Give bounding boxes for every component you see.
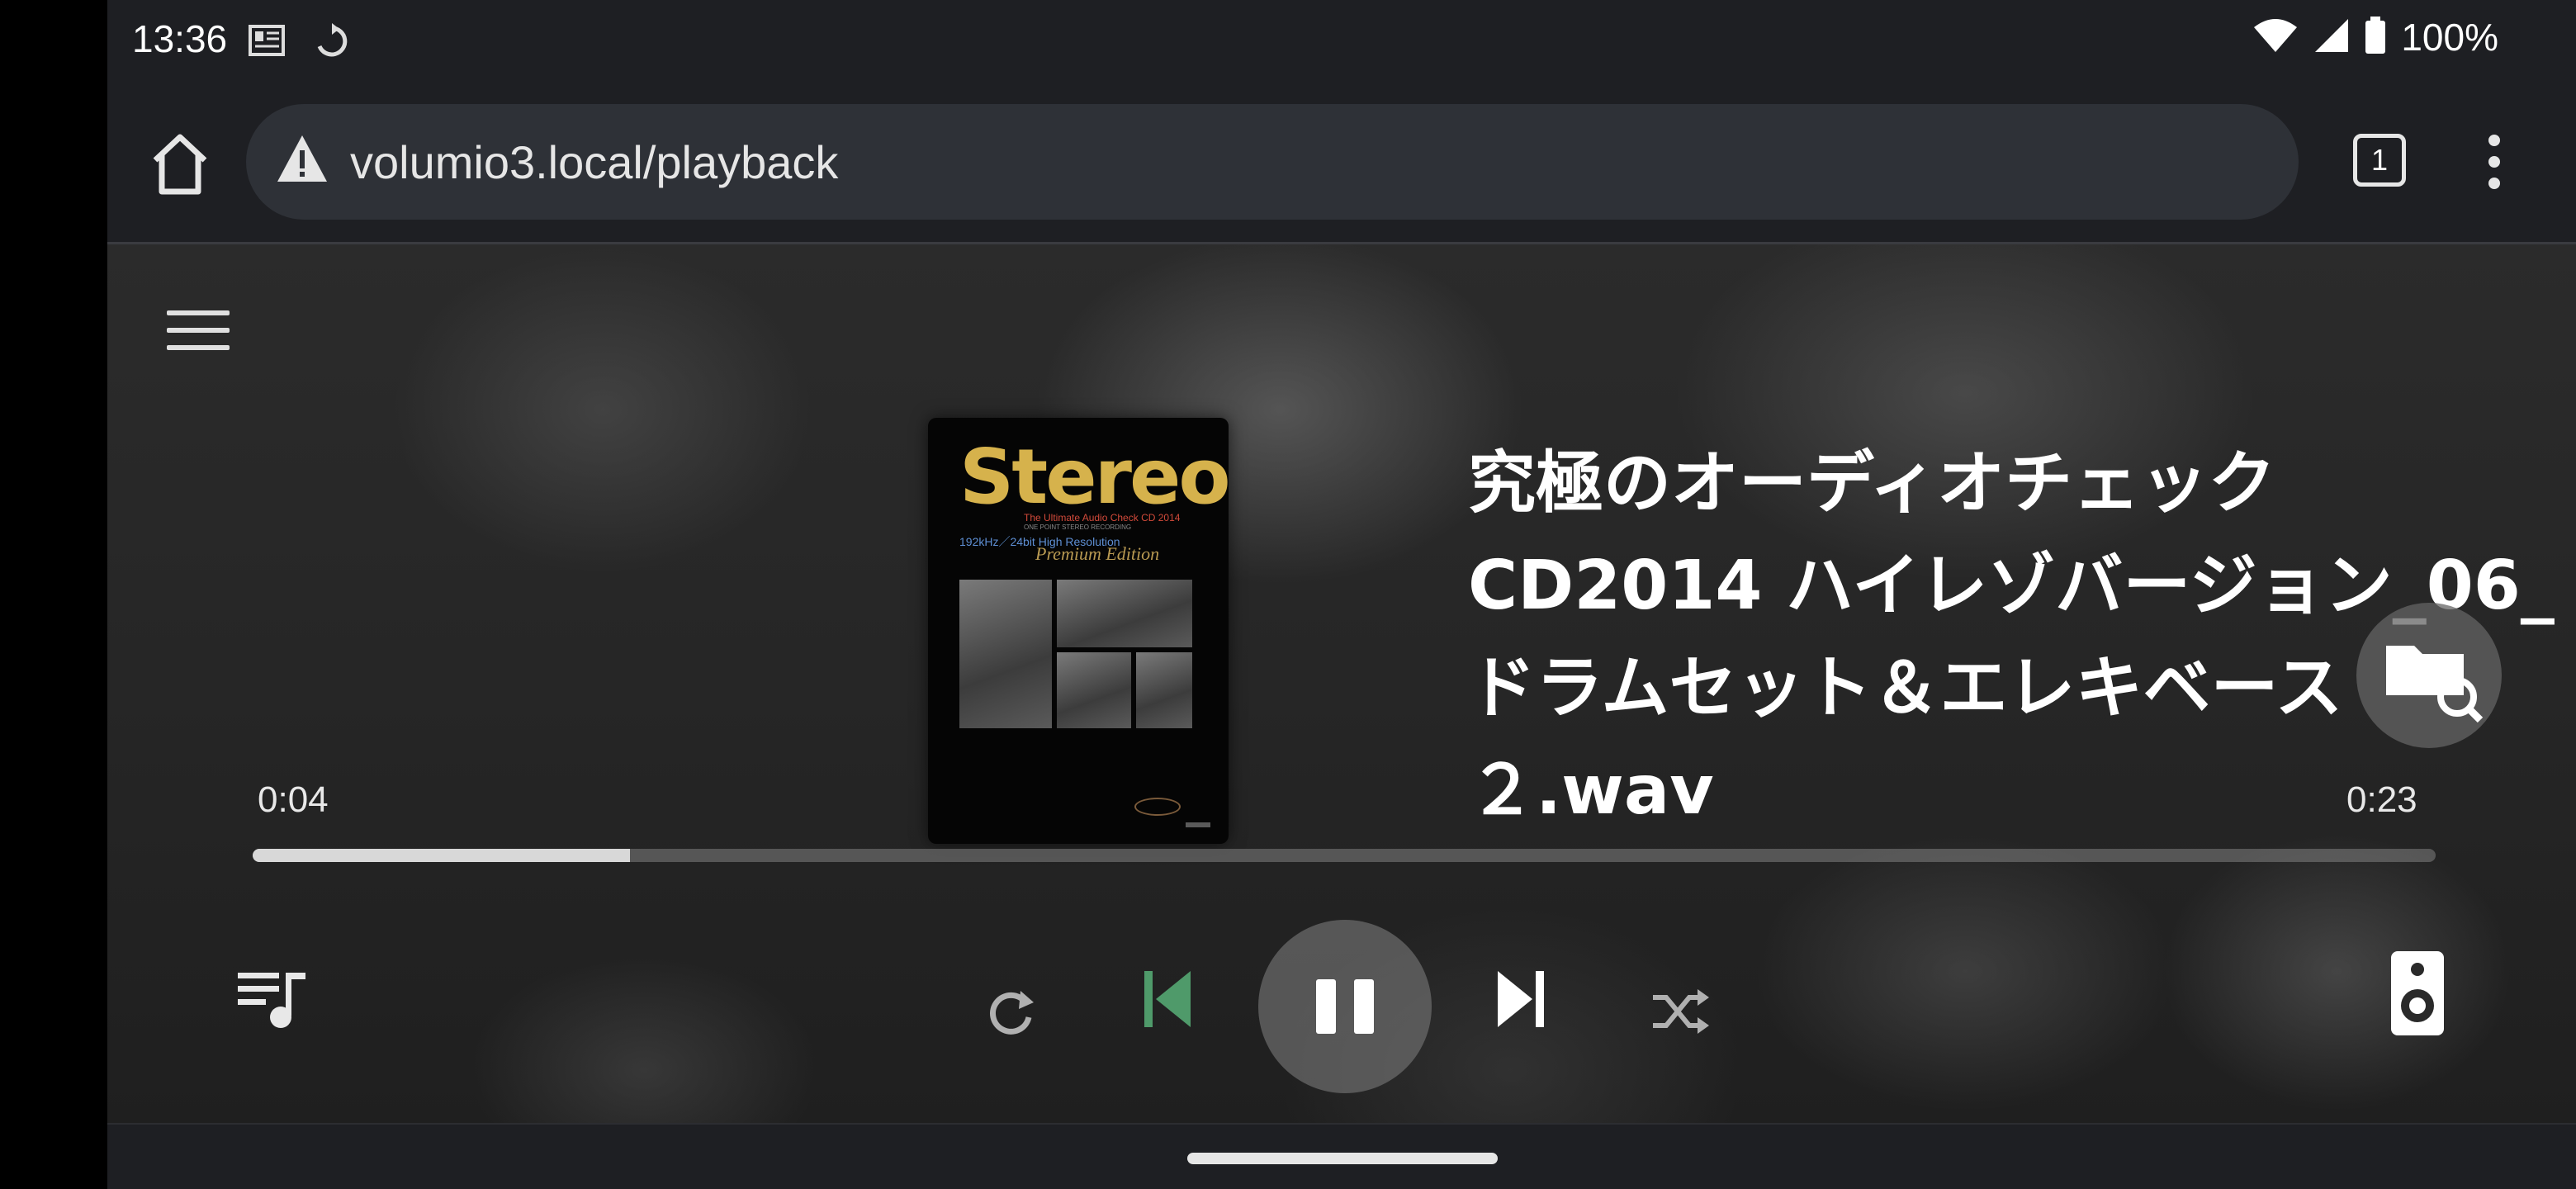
shuffle-button[interactable] bbox=[1651, 989, 1709, 1035]
album-logo: Stereo bbox=[959, 433, 1229, 521]
battery-percent: 100% bbox=[2401, 16, 2498, 59]
signal-icon bbox=[2313, 17, 2350, 57]
address-bar[interactable]: volumio3.local/playback bbox=[246, 104, 2299, 220]
album-fine-print bbox=[1186, 822, 1210, 827]
warning-icon[interactable] bbox=[276, 134, 329, 183]
notification-news-icon bbox=[248, 23, 287, 59]
album-photo bbox=[1057, 652, 1131, 728]
more-vert-icon[interactable] bbox=[2482, 132, 2507, 192]
album-photo bbox=[1057, 580, 1192, 647]
browse-button[interactable] bbox=[2356, 603, 2502, 748]
pause-icon bbox=[1316, 979, 1374, 1034]
tab-count: 1 bbox=[2370, 143, 2389, 177]
album-photo bbox=[959, 580, 1052, 728]
album-label-logo bbox=[1134, 798, 1181, 816]
sync-icon bbox=[312, 23, 352, 59]
queue-button[interactable] bbox=[236, 968, 309, 1030]
pause-button[interactable] bbox=[1258, 920, 1432, 1093]
album-subtitle: The Ultimate Audio Check CD 2014 bbox=[1024, 512, 1181, 523]
home-button[interactable] bbox=[147, 129, 213, 198]
repeat-button[interactable] bbox=[984, 984, 1037, 1037]
wifi-icon bbox=[2252, 17, 2299, 57]
album-art: Stereo The Ultimate Audio Check CD 2014 … bbox=[928, 418, 1229, 844]
repeat-icon bbox=[990, 991, 1034, 1035]
album-edition-text: Premium Edition bbox=[1035, 543, 1160, 564]
shuffle-icon bbox=[1653, 989, 1709, 1034]
battery-icon bbox=[2365, 17, 2386, 58]
browser-toolbar: volumio3.local/playback 1 bbox=[107, 83, 2576, 244]
home-icon bbox=[153, 134, 207, 195]
left-system-bar bbox=[0, 0, 107, 1189]
status-bar: 13:36 100% bbox=[107, 0, 2576, 83]
queue-music-icon bbox=[238, 973, 305, 1028]
seek-bar[interactable] bbox=[253, 849, 2436, 862]
playback-screen: Stereo The Ultimate Audio Check CD 2014 … bbox=[107, 244, 2576, 1123]
album-subtitle-2: ONE POINT STEREO RECORDING bbox=[1024, 523, 1132, 531]
tabs-button[interactable]: 1 bbox=[2353, 134, 2406, 187]
previous-button[interactable] bbox=[1141, 966, 1194, 1032]
url-text[interactable]: volumio3.local/playback bbox=[350, 135, 838, 189]
status-time: 13:36 bbox=[132, 17, 228, 60]
gesture-nav-bar bbox=[107, 1123, 2576, 1189]
speaker-icon bbox=[2391, 951, 2444, 1035]
speaker-button[interactable] bbox=[2388, 948, 2447, 1039]
home-gesture-handle[interactable] bbox=[1187, 1153, 1498, 1164]
elapsed-time: 0:04 bbox=[258, 779, 329, 820]
folder-search-icon bbox=[2386, 646, 2484, 723]
total-time: 0:23 bbox=[2346, 779, 2417, 820]
album-photo bbox=[1136, 652, 1192, 728]
skip-next-icon bbox=[1498, 971, 1544, 1027]
skip-previous-icon bbox=[1144, 971, 1191, 1027]
menu-icon[interactable] bbox=[167, 310, 230, 357]
seek-bar-fill bbox=[253, 849, 631, 862]
next-button[interactable] bbox=[1494, 966, 1547, 1032]
